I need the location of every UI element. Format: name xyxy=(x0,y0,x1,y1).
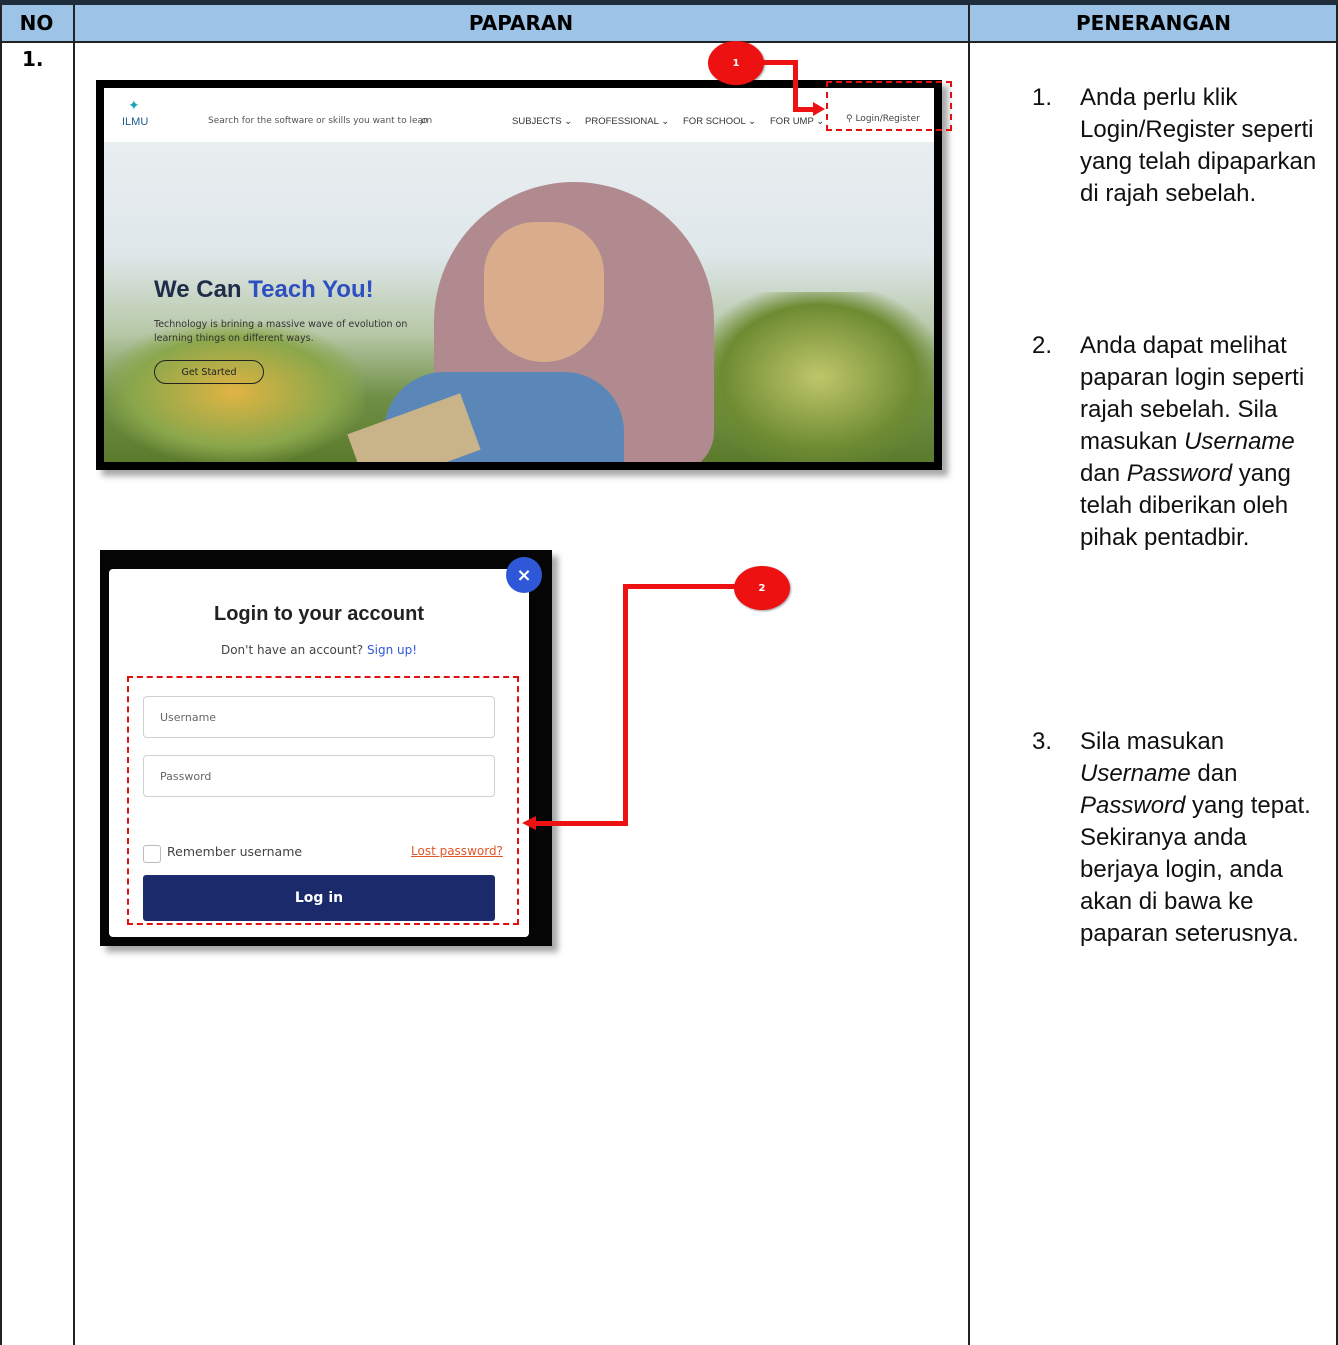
column-divider xyxy=(1336,5,1338,1345)
step-3-username: Username xyxy=(1080,760,1191,787)
step-2-part: dan xyxy=(1080,460,1127,487)
annotation-badge-2: 2 xyxy=(734,566,790,610)
site-navbar: ✦ ILMU Search for the software or skills… xyxy=(104,88,934,142)
column-divider xyxy=(0,5,2,1345)
signup-link[interactable]: Sign up! xyxy=(367,643,417,657)
step-2-username: Username xyxy=(1184,428,1295,455)
get-started-button[interactable]: Get Started xyxy=(154,360,264,384)
highlight-login-form xyxy=(127,676,519,925)
step-3-password: Password xyxy=(1080,792,1186,819)
close-icon[interactable]: × xyxy=(506,557,542,593)
signup-prompt-text: Don't have an account? xyxy=(220,643,364,657)
annotation-arrow-line xyxy=(623,584,628,826)
annotation-badge-1: 1 xyxy=(708,41,764,85)
search-icon[interactable]: ⌕ xyxy=(420,110,429,130)
step-2-password: Password xyxy=(1126,460,1233,487)
header-divider xyxy=(0,41,1338,43)
annotation-arrow-line xyxy=(793,60,798,112)
header-paparan: PAPARAN xyxy=(74,5,968,41)
search-input[interactable]: Search for the software or skills you wa… xyxy=(208,116,432,126)
homepage: ✦ ILMU Search for the software or skills… xyxy=(104,88,934,462)
annotation-arrowhead xyxy=(813,102,825,116)
step-2-text: Anda dapat melihat paparan login seperti… xyxy=(1080,330,1320,554)
header-penerangan: PENERANGAN xyxy=(969,5,1338,41)
nav-subjects[interactable]: SUBJECTS ⌄ xyxy=(512,116,572,127)
annotation-arrow-line xyxy=(793,107,815,112)
nav-for-school[interactable]: FOR SCHOOL ⌄ xyxy=(683,116,756,127)
ilmu-logo[interactable]: ✦ ILMU xyxy=(122,98,152,134)
homepage-screenshot: ✦ ILMU Search for the software or skills… xyxy=(96,80,942,470)
hero-photo-face xyxy=(484,222,604,362)
step-3-part: Sila masukan xyxy=(1080,728,1225,755)
nav-professional[interactable]: PROFESSIONAL ⌄ xyxy=(585,116,669,127)
hero-title-accent: Teach You! xyxy=(248,276,374,303)
step-number: 1. xyxy=(1032,84,1053,111)
annotation-arrowhead xyxy=(522,816,536,830)
annotation-arrow-line xyxy=(536,821,628,826)
login-title: Login to your account xyxy=(214,603,424,625)
annotation-arrow-line xyxy=(763,60,797,65)
column-divider xyxy=(968,5,970,1345)
header-no: NO xyxy=(0,5,73,41)
column-divider xyxy=(73,5,75,1345)
step-1-text: Anda perlu klik Login/Register seperti y… xyxy=(1080,84,1317,207)
step-number: 3. xyxy=(1032,728,1053,755)
hero-title-plain: We Can xyxy=(154,276,249,303)
nav-for-ump[interactable]: FOR UMP ⌄ xyxy=(770,116,824,127)
row-number: 1. xyxy=(22,47,44,71)
step-3-part: dan xyxy=(1190,760,1238,787)
logo-text: ILMU xyxy=(122,116,149,128)
hero-banner: We Can Teach You! Technology is brining … xyxy=(104,142,934,462)
signup-prompt: Don't have an account? Sign up! xyxy=(109,643,529,657)
annotation-arrow-line xyxy=(623,584,736,589)
hero-subtitle: Technology is brining a massive wave of … xyxy=(154,319,408,344)
highlight-login-register xyxy=(826,81,952,131)
logo-mark-icon: ✦ xyxy=(128,98,140,114)
step-number: 2. xyxy=(1032,332,1053,359)
step-3-text: Sila masukan Username dan Password yang … xyxy=(1080,726,1320,950)
hero-title: We Can Teach You! xyxy=(154,276,374,304)
hero-background-foliage xyxy=(704,292,934,462)
